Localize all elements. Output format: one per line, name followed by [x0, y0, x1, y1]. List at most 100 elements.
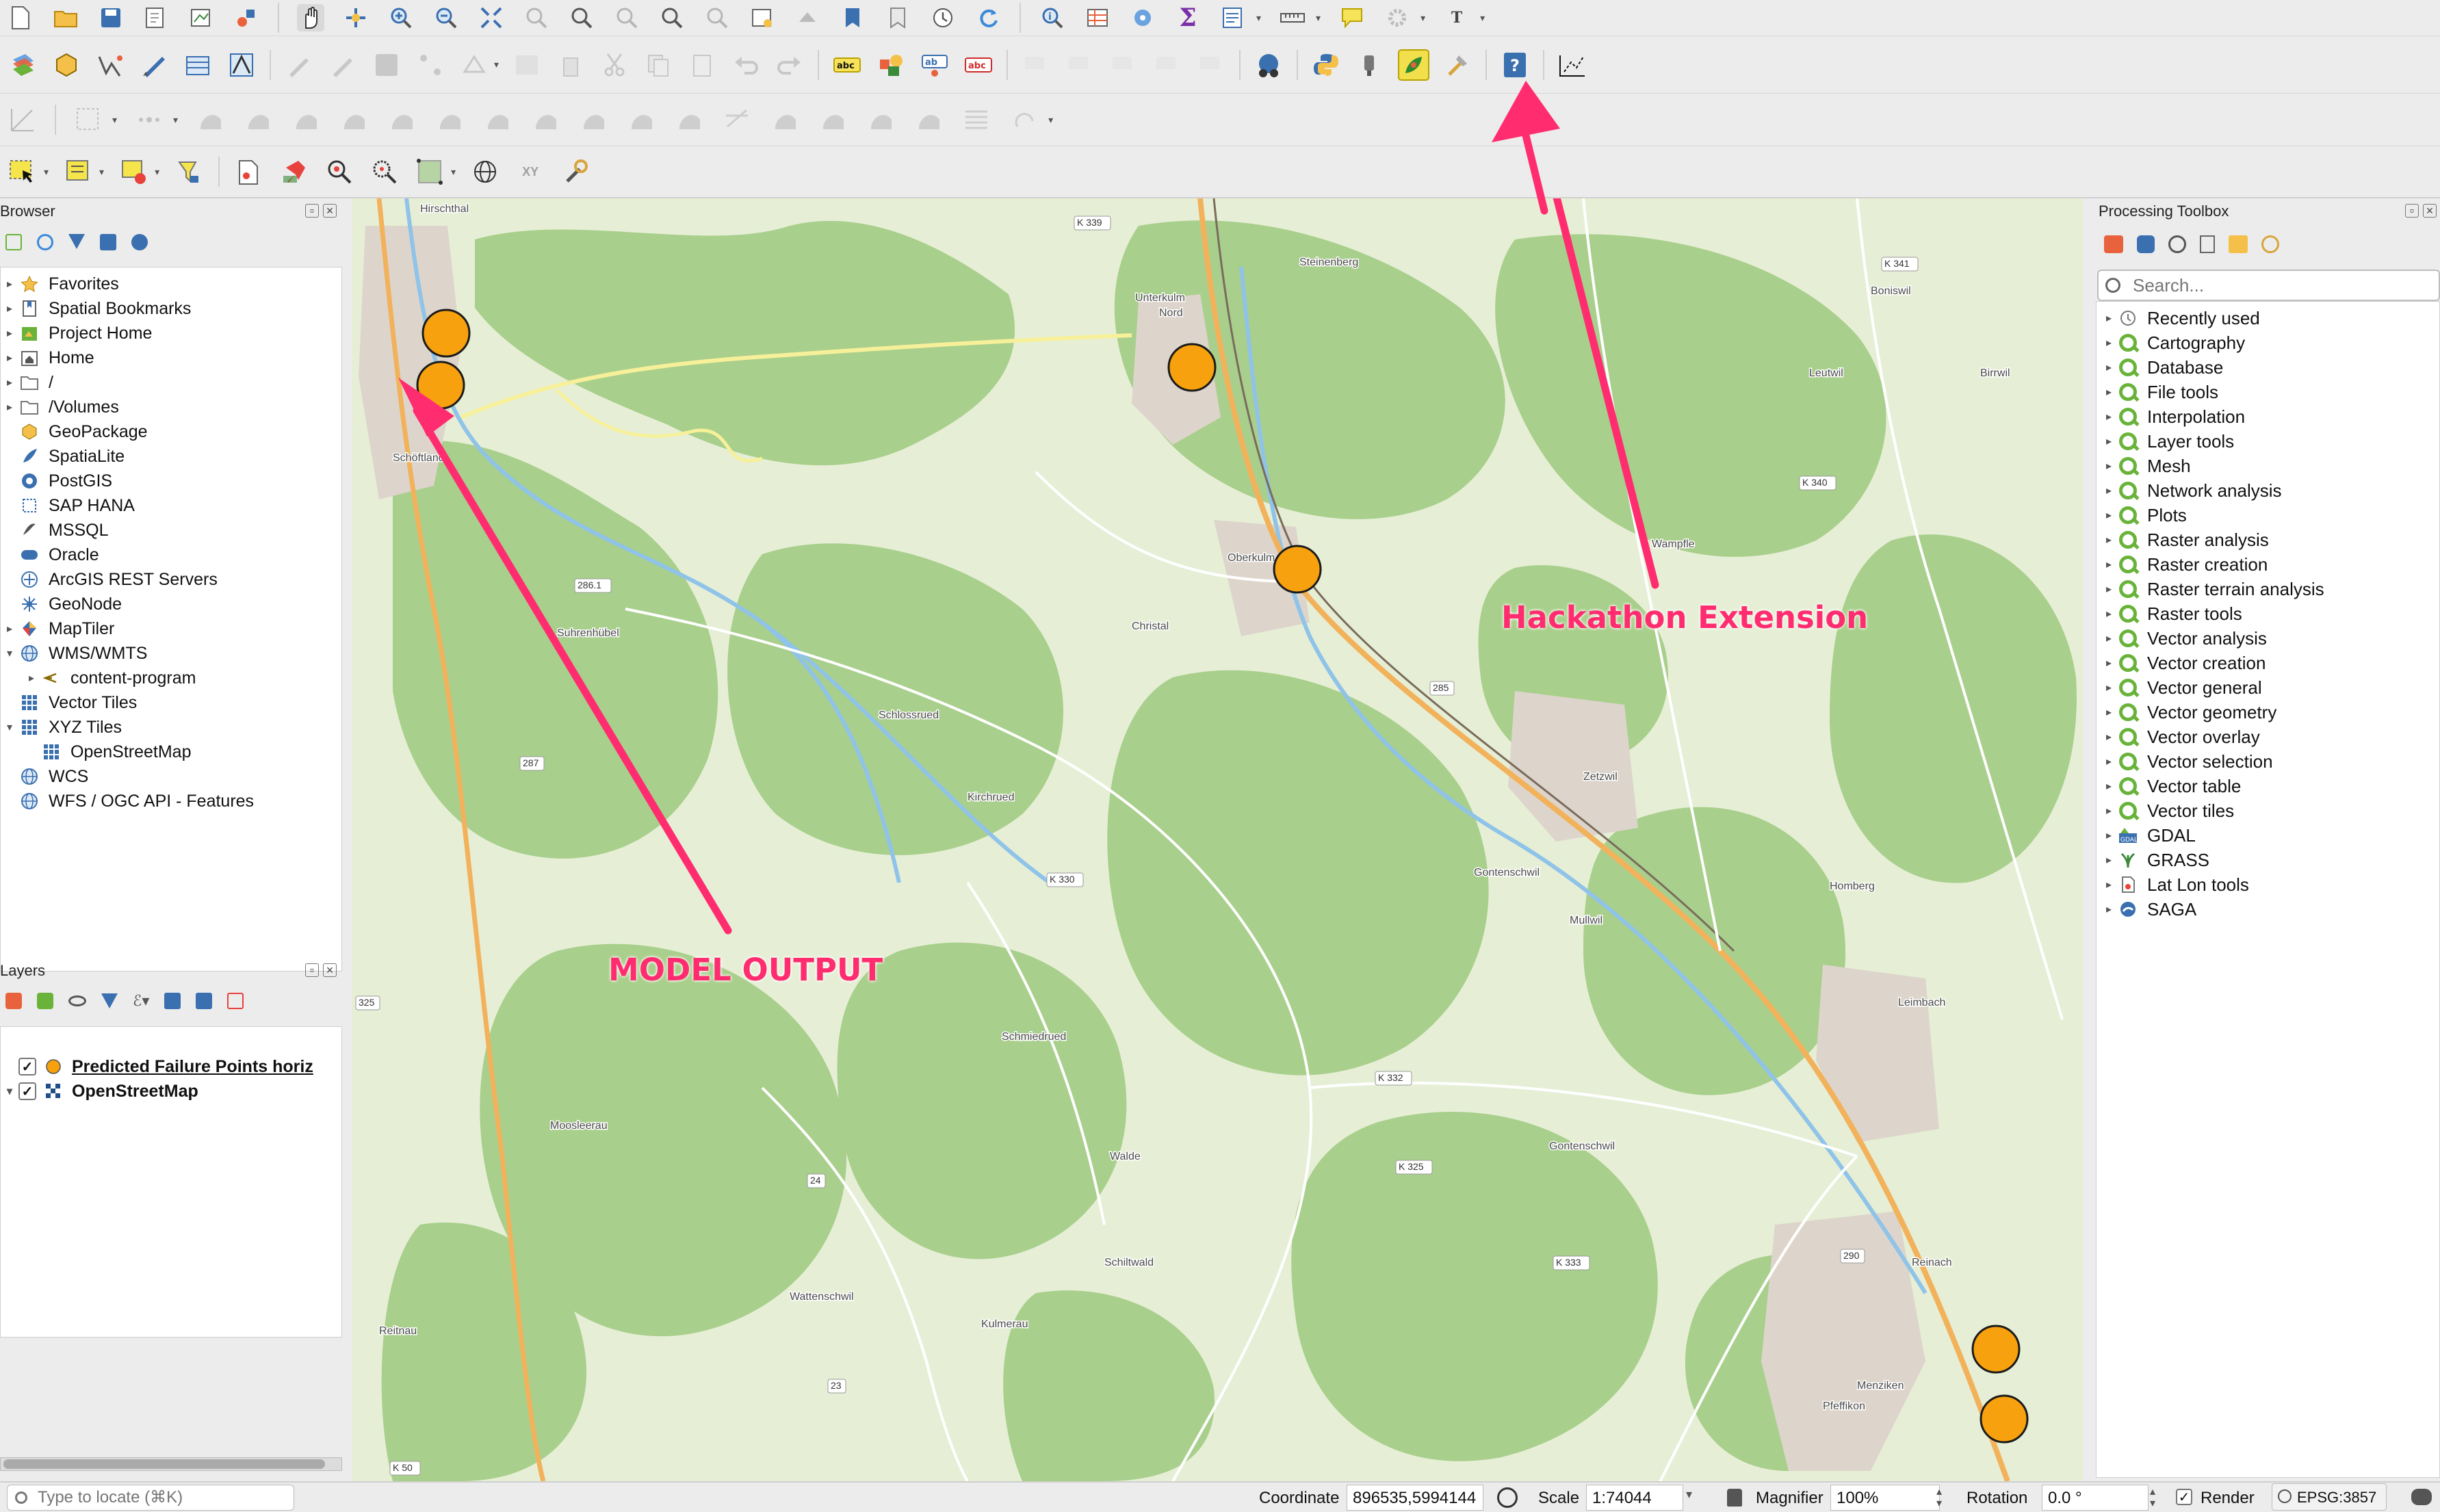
browser-item-xyz-tiles[interactable]: ▾ XYZ Tiles: [1, 715, 341, 740]
browser-item-project-home[interactable]: ▸ Project Home: [1, 321, 341, 346]
expand-arrow-icon[interactable]: ▸: [2101, 459, 2117, 473]
deselect-icon[interactable]: [118, 156, 149, 187]
toolbox-group-vector-overlay[interactable]: ▸ Vector overlay: [2097, 725, 2439, 749]
magnifier-field[interactable]: 100%: [1830, 1485, 1940, 1511]
zoom-native-icon[interactable]: [613, 4, 640, 31]
settings-gear-icon[interactable]: [1384, 4, 1411, 31]
select-by-value-icon[interactable]: [62, 156, 94, 187]
toolbox-group-raster-creation[interactable]: ▸ Raster creation: [2097, 552, 2439, 577]
toolbox-group-saga[interactable]: ▸ SAGA: [2097, 897, 2439, 922]
quickmapservices-icon[interactable]: [1253, 49, 1284, 81]
toolbox-group-grass[interactable]: ▸ GRASS: [2097, 848, 2439, 872]
toolbox-group-database[interactable]: ▸ Database: [2097, 355, 2439, 380]
pin-icon[interactable]: [278, 156, 310, 187]
style-panel-icon[interactable]: [5, 993, 22, 1009]
browser-item-home[interactable]: ▸ Home: [1, 346, 341, 370]
new-map-view-icon[interactable]: [749, 4, 776, 31]
scrollbar-thumb[interactable]: [3, 1459, 325, 1469]
magnifier-stepper-icon[interactable]: ▴ ▾: [1936, 1486, 1942, 1509]
wrench-settings-icon[interactable]: [560, 156, 591, 187]
filter-legend-icon[interactable]: [101, 993, 118, 1008]
collapse-all-icon[interactable]: [196, 993, 213, 1009]
expand-arrow-icon[interactable]: ▸: [2101, 730, 2117, 744]
toolbox-group-vector-general[interactable]: ▸ Vector general: [2097, 675, 2439, 700]
delete-part-icon[interactable]: [530, 104, 561, 135]
style-manager-icon[interactable]: [233, 4, 260, 31]
scale-feature-icon[interactable]: [242, 104, 274, 135]
change-label-icon[interactable]: [1108, 49, 1139, 81]
toolbox-group-mesh[interactable]: ▸ Mesh: [2097, 454, 2439, 478]
python-console-icon[interactable]: [1310, 49, 1342, 81]
identify-icon[interactable]: i: [1039, 4, 1066, 31]
expand-arrow-icon[interactable]: ▸: [23, 671, 40, 685]
history-icon[interactable]: [2168, 235, 2186, 253]
layer-item[interactable]: ✓ Predicted Failure Points horiz: [1, 1054, 341, 1079]
browser-item-spatial-bookmarks[interactable]: ▸ Spatial Bookmarks: [1, 296, 341, 321]
data-source-manager-icon[interactable]: [7, 49, 38, 81]
split-features-icon[interactable]: [769, 104, 801, 135]
show-unplaced-icon[interactable]: [1152, 49, 1183, 81]
expand-arrow-icon[interactable]: ▸: [1, 302, 18, 315]
hackathon-plugin-icon[interactable]: [1398, 49, 1430, 81]
diagram-tool-icon[interactable]: [875, 49, 907, 81]
reshape-icon[interactable]: [577, 104, 609, 135]
close-panel-icon[interactable]: ×: [323, 204, 337, 218]
split-parts-icon[interactable]: [817, 104, 848, 135]
expand-arrow-icon[interactable]: ▸: [2101, 311, 2117, 325]
statistics-icon[interactable]: [1129, 4, 1156, 31]
predicted-failure-point-marker[interactable]: [1167, 343, 1217, 392]
expand-arrow-icon[interactable]: ▸: [2101, 755, 2117, 768]
zoom-full-icon[interactable]: [478, 4, 505, 31]
add-point-icon[interactable]: [415, 49, 446, 81]
label-toolbar-icon[interactable]: [1195, 49, 1227, 81]
copy-features-icon[interactable]: [643, 49, 674, 81]
toolbox-group-gdal[interactable]: ▸ GDAL GDAL: [2097, 823, 2439, 848]
predicted-failure-point-marker[interactable]: [1273, 545, 1322, 594]
add-layer-icon[interactable]: [5, 234, 22, 250]
expand-arrow-icon[interactable]: ▸: [2101, 361, 2117, 374]
map-canvas[interactable]: Hirschthal Schöftland Unterkulm Nord Oberkul…: [352, 198, 2083, 1481]
expand-arrow-icon[interactable]: ▸: [2101, 385, 2117, 399]
rotate-feature-icon[interactable]: [194, 104, 226, 135]
toggle-extents-icon[interactable]: [1497, 1487, 1518, 1508]
save-project-icon[interactable]: [97, 4, 125, 31]
predicted-failure-point-marker[interactable]: [1980, 1394, 2029, 1444]
build-tool-icon[interactable]: [1442, 49, 1473, 81]
label-tool-icon[interactable]: abc: [831, 49, 863, 81]
delete-ring-icon[interactable]: [482, 104, 513, 135]
coordinate-field[interactable]: 896535,5994144: [1347, 1485, 1483, 1511]
expand-arrow-icon[interactable]: ▸: [1, 376, 18, 389]
browser-item-content-program[interactable]: ▸ content-program: [1, 666, 341, 690]
undo-icon[interactable]: [730, 49, 762, 81]
toolbox-group-raster-terrain-analysis[interactable]: ▸ Raster terrain analysis: [2097, 577, 2439, 601]
predicted-failure-point-marker[interactable]: [1971, 1325, 2021, 1374]
expand-arrow-icon[interactable]: ▸: [2101, 410, 2117, 423]
browser-item-vector-tiles[interactable]: Vector Tiles: [1, 690, 341, 715]
expand-arrow-icon[interactable]: ▸: [1, 622, 18, 636]
toolbox-group-raster-tools[interactable]: ▸ Raster tools: [2097, 601, 2439, 626]
browser-item-wcs[interactable]: WCS: [1, 764, 341, 789]
expand-arrow-icon[interactable]: ▸: [2101, 681, 2117, 694]
toolbox-group-vector-creation[interactable]: ▸ Vector creation: [2097, 651, 2439, 675]
expand-arrow-icon[interactable]: ▸: [1, 351, 18, 365]
add-group-icon[interactable]: [37, 993, 53, 1009]
new-layout-icon[interactable]: [233, 156, 265, 187]
text-tool-icon[interactable]: T: [1443, 4, 1470, 31]
expand-arrow-icon[interactable]: ▸: [2101, 484, 2117, 497]
browser-item-volumes[interactable]: ▸ /Volumes: [1, 395, 341, 419]
browser-item-wfs-ogc-api-features[interactable]: WFS / OGC API - Features: [1, 789, 341, 813]
toolbox-group-layer-tools[interactable]: ▸ Layer tools: [2097, 429, 2439, 454]
pan-to-selection-icon[interactable]: [342, 4, 369, 31]
help-icon[interactable]: ?: [1499, 49, 1531, 81]
globe-grid-icon[interactable]: [469, 156, 501, 187]
temporal-icon[interactable]: [929, 4, 957, 31]
expand-arrow-icon[interactable]: ▸: [2101, 656, 2117, 670]
layer-visibility-checkbox[interactable]: ✓: [18, 1082, 36, 1100]
browser-item-sap-hana[interactable]: SAP HANA: [1, 493, 341, 518]
scale-field[interactable]: 1:74044: [1586, 1485, 1683, 1511]
browser-item-spatialite[interactable]: SpatiaLite: [1, 444, 341, 469]
paste-features-icon[interactable]: [686, 49, 718, 81]
move-label-icon[interactable]: [1020, 49, 1052, 81]
browser-item-postgis[interactable]: PostGIS: [1, 469, 341, 493]
options-wrench-icon[interactable]: [2261, 235, 2279, 253]
